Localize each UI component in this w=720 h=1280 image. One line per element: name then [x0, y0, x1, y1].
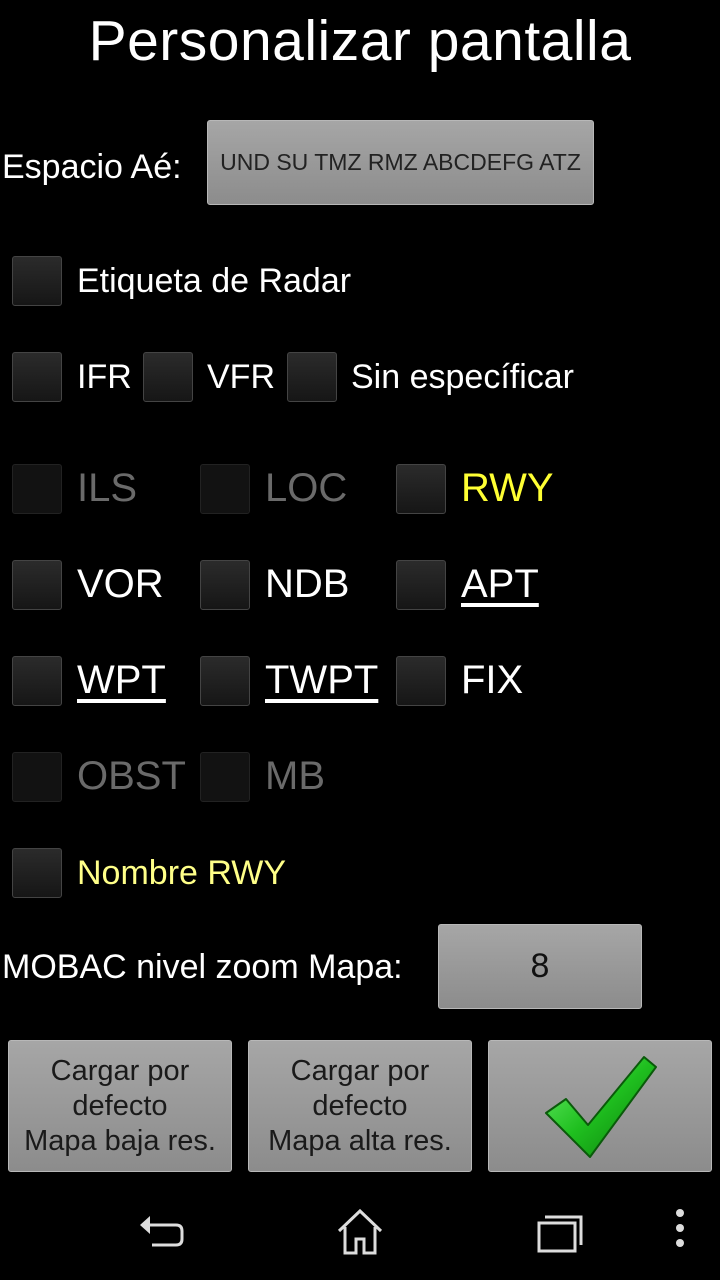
radar-label-text: Etiqueta de Radar: [77, 262, 352, 300]
rwy-checkbox[interactable]: [396, 464, 446, 514]
vor-label: VOR: [77, 562, 164, 606]
vor-checkbox[interactable]: [12, 560, 62, 610]
load-default-high-res-label: Cargar por defecto Mapa alta res.: [268, 1054, 452, 1157]
home-icon[interactable]: [335, 1207, 385, 1257]
vfr-label: VFR: [207, 358, 275, 396]
ifr-label: IFR: [77, 358, 132, 396]
airspace-selector-button[interactable]: UND SU TMZ RMZ ABCDEFG ATZ: [207, 120, 594, 205]
obst-label: OBST: [77, 754, 186, 798]
ndb-checkbox[interactable]: [200, 560, 250, 610]
rwy-name-checkbox[interactable]: [12, 848, 62, 898]
load-default-low-res-label: Cargar por defecto Mapa baja res.: [24, 1054, 216, 1157]
load-default-high-res-button[interactable]: Cargar por defecto Mapa alta res.: [248, 1040, 472, 1172]
mb-label: MB: [265, 754, 325, 798]
apt-checkbox[interactable]: [396, 560, 446, 610]
ifr-checkbox[interactable]: [12, 352, 62, 402]
rwy-name-label: Nombre RWY: [77, 854, 287, 892]
ils-label: ILS: [77, 466, 138, 510]
overflow-menu-icon[interactable]: [670, 1207, 690, 1257]
zoom-label: MOBAC nivel zoom Mapa:: [2, 948, 403, 986]
zoom-level-button[interactable]: 8: [438, 924, 642, 1009]
obst-checkbox[interactable]: [12, 752, 62, 802]
load-default-low-res-button[interactable]: Cargar por defecto Mapa baja res.: [8, 1040, 232, 1172]
ndb-label: NDB: [265, 562, 350, 606]
airspace-label: Espacio Aé:: [2, 148, 182, 186]
checkmark-icon: [545, 1056, 657, 1158]
loc-label: LOC: [265, 466, 348, 510]
fix-label: FIX: [461, 658, 524, 702]
unspecified-label: Sin específicar: [351, 358, 574, 396]
fix-checkbox[interactable]: [396, 656, 446, 706]
confirm-button[interactable]: [488, 1040, 712, 1172]
back-icon[interactable]: [136, 1207, 186, 1257]
mb-checkbox[interactable]: [200, 752, 250, 802]
unspecified-checkbox[interactable]: [287, 352, 337, 402]
vfr-checkbox[interactable]: [143, 352, 193, 402]
rwy-label: RWY: [461, 466, 554, 510]
wpt-label[interactable]: WPT: [77, 658, 166, 703]
ils-checkbox[interactable]: [12, 464, 62, 514]
loc-checkbox[interactable]: [200, 464, 250, 514]
zoom-level-value: 8: [530, 947, 550, 985]
twpt-label[interactable]: TWPT: [265, 658, 378, 703]
radar-label-checkbox[interactable]: [12, 256, 62, 306]
wpt-checkbox[interactable]: [12, 656, 62, 706]
apt-label[interactable]: APT: [461, 562, 539, 607]
airspace-value: UND SU TMZ RMZ ABCDEFG ATZ: [220, 149, 581, 175]
page-title: Personalizar pantalla: [88, 9, 632, 73]
twpt-checkbox[interactable]: [200, 656, 250, 706]
navigation-bar: [0, 1185, 720, 1280]
recents-icon[interactable]: [535, 1207, 585, 1257]
